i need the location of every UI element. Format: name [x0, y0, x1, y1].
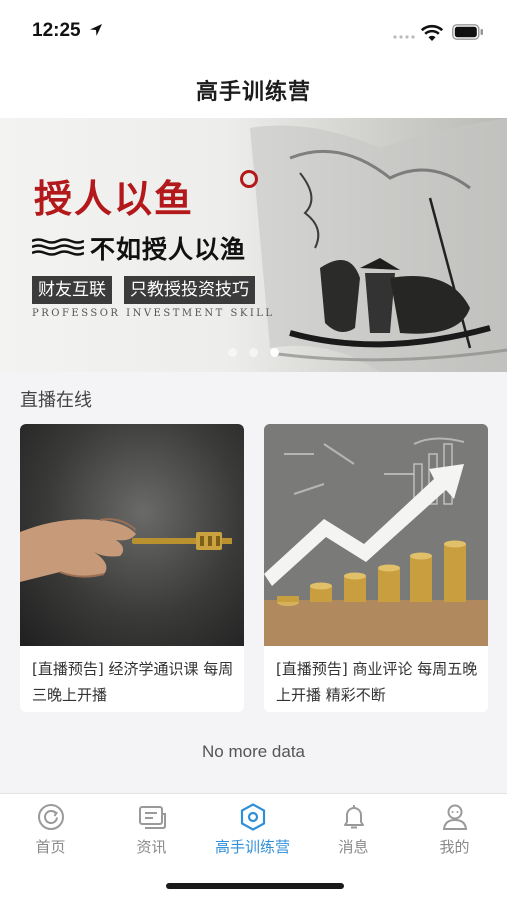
status-bar: 12:25 [0, 0, 507, 62]
signal-dots-icon [393, 35, 415, 39]
card-title: [直播预告] 经济学通识课 每周三晚上开播 [32, 660, 234, 704]
status-time: 12:25 [32, 20, 81, 41]
news-icon [138, 806, 166, 829]
live-card[interactable]: [直播预告] 经济学通识课 每周三晚上开播 [20, 424, 244, 712]
page-title: 高手训练营 [195, 80, 311, 105]
section-title-live: 直播在线 [20, 390, 92, 411]
banner-english-caption: PROFESSOR INVESTMENT SKILL [32, 308, 275, 319]
tab-messages[interactable]: 消息 [303, 802, 404, 857]
tab-label: 资讯 [136, 838, 167, 856]
bell-icon [343, 805, 364, 829]
card-image-coins-chart [264, 424, 488, 646]
tab-profile[interactable]: 我的 [404, 802, 505, 857]
carousel-page-indicator[interactable] [228, 348, 279, 357]
card-image-key [20, 424, 244, 646]
live-card[interactable]: [直播预告] 商业评论 每周五晚上开播 精彩不断 [264, 424, 488, 712]
key-hand-illustration [20, 518, 232, 582]
tab-label: 我的 [439, 838, 470, 856]
tab-label: 消息 [338, 838, 369, 856]
banner-ink-painting [250, 118, 507, 372]
tab-label: 首页 [35, 838, 66, 856]
tab-label: 高手训练营 [214, 838, 290, 856]
growth-chart-illustration [264, 424, 488, 646]
banner-tag-slogan: 只教授投资技巧 [124, 276, 255, 304]
carousel-dot[interactable] [249, 348, 258, 357]
banner-headline: 授人以鱼 [34, 176, 195, 221]
wifi-icon [420, 24, 444, 41]
card-title: [直播预告] 商业评论 每周五晚上开播 精彩不断 [276, 660, 478, 704]
wave-lines-icon [32, 238, 84, 256]
home-indicator[interactable] [166, 883, 344, 889]
navigation-bar: 高手训练营 [0, 62, 507, 118]
banner-subheadline: 不如授人以渔 [90, 235, 247, 264]
home-refresh-icon [37, 804, 64, 830]
battery-icon [452, 24, 483, 40]
hexagon-icon [240, 803, 265, 831]
tab-training-camp[interactable]: 高手训练营 [202, 802, 303, 857]
carousel-dot-active[interactable] [270, 348, 279, 357]
banner-circle-mark [240, 170, 258, 188]
carousel-dot[interactable] [228, 348, 237, 357]
tab-news[interactable]: 资讯 [101, 802, 202, 857]
list-end-message: No more data [202, 742, 305, 761]
tab-home[interactable]: 首页 [0, 802, 101, 857]
user-icon [442, 804, 467, 830]
banner-carousel[interactable]: 授人以鱼 不如授人以渔 财友互联 只教授投资技巧 PROFESSOR INVES… [0, 118, 507, 372]
location-arrow-icon [90, 24, 102, 36]
banner-tag-brand: 财友互联 [32, 276, 112, 304]
